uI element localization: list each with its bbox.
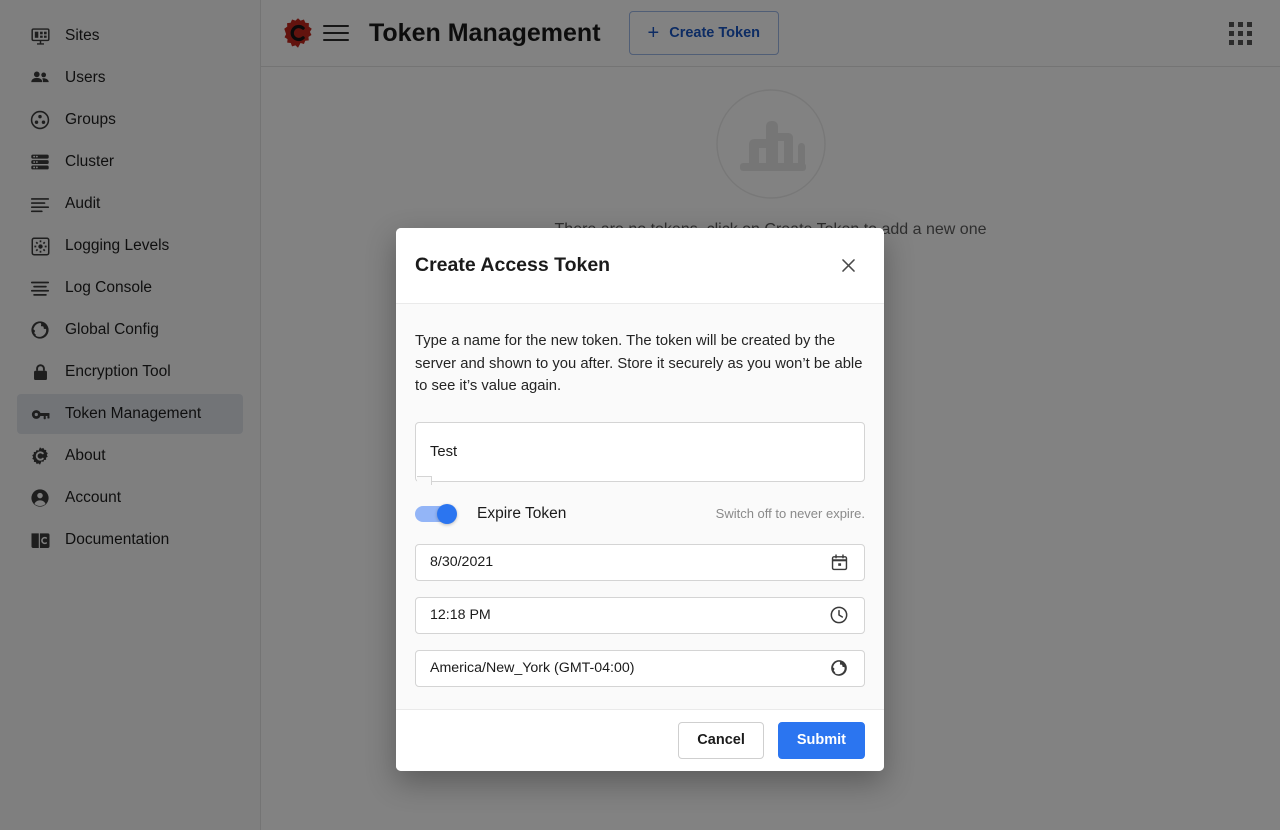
globe-icon[interactable] [828, 657, 850, 679]
screen-root: Sites Users Groups Cluster Audit Logging… [0, 0, 1280, 830]
expiry-time-input[interactable]: 12:18 PM [415, 596, 865, 634]
dialog-description: Type a name for the new token. The token… [415, 333, 863, 394]
expiry-date-value: 8/30/2021 [430, 554, 494, 570]
close-icon[interactable] [831, 249, 865, 283]
dialog-body: Type a name for the new token. The token… [396, 304, 884, 709]
clock-icon[interactable] [828, 604, 850, 626]
expire-token-hint: Switch off to never expire. [715, 506, 865, 521]
calendar-icon[interactable] [828, 551, 850, 573]
dialog-title: Create Access Token [415, 254, 611, 276]
create-access-token-dialog: Create Access Token Type a name for the … [396, 228, 884, 771]
cancel-button[interactable]: Cancel [678, 721, 764, 759]
textarea-resize-handle[interactable] [417, 475, 432, 485]
expiry-date-input[interactable]: 8/30/2021 [415, 543, 865, 581]
toggle-thumb [437, 503, 457, 524]
token-name-input[interactable]: Test [415, 421, 865, 485]
dialog-footer: Cancel Submit [396, 708, 884, 771]
expire-token-row: Expire Token Switch off to never expire. [415, 503, 865, 524]
submit-button[interactable]: Submit [777, 721, 865, 759]
token-name-value: Test [430, 443, 458, 460]
expiry-time-value: 12:18 PM [430, 607, 491, 623]
timezone-value: America/New_York (GMT-04:00) [430, 660, 635, 676]
expire-token-label: Expire Token [477, 504, 567, 522]
dialog-header: Create Access Token [396, 228, 884, 304]
expire-token-toggle[interactable] [415, 503, 459, 524]
timezone-select[interactable]: America/New_York (GMT-04:00) [415, 649, 865, 687]
